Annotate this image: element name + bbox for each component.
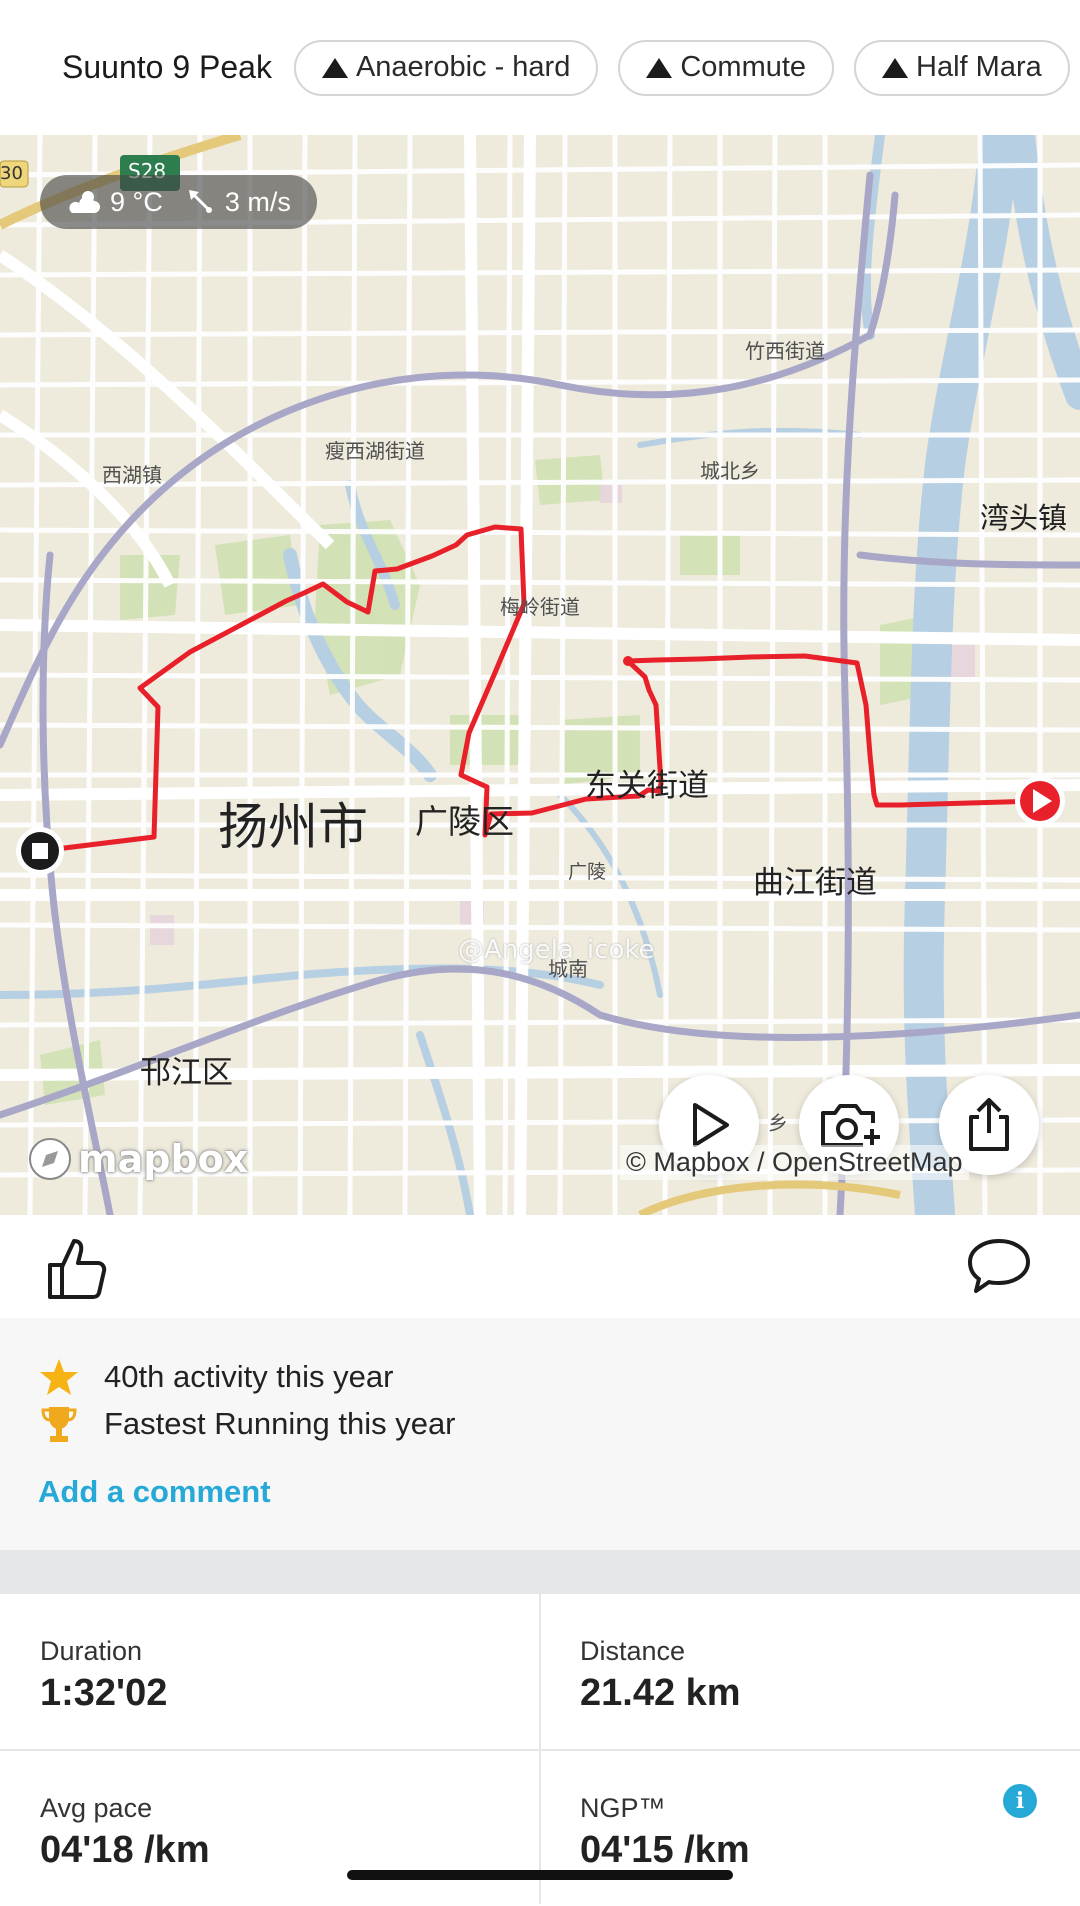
share-icon [969,1098,1009,1151]
tag-label: Anaerobic - hard [355,51,571,83]
achievements-section: 40th activity this year Fastest Running … [0,1318,1080,1550]
map-label-guangling: 广陵 [568,861,607,883]
map-label-yangzhou: 扬州市 [218,798,368,856]
stat-label: Distance [580,1636,686,1666]
star-icon [36,1354,82,1400]
stat-value: 04'15 /km [580,1829,750,1871]
map-label-wantou: 湾头镇 [980,501,1068,535]
map-label-shouxihu: 瘦西湖街道 [325,439,425,463]
stats-grid: Duration 1:32'02 Distance 21.42 km Avg p… [0,1594,1080,1904]
weather-chip: 9 °C 3 m/s [40,175,317,229]
tag-commute[interactable]: Commute [618,39,835,96]
achievement-text: Fastest Running this year [104,1406,456,1441]
wind-speed-value: 3 m/s [224,186,291,217]
achievement-text: 40th activity this year [104,1359,394,1394]
mapbox-logo[interactable]: mapbox [26,1135,248,1183]
triangle-icon [646,57,673,78]
tag-list: Anaerobic - hard Commute Half Mara [293,39,1080,96]
temperature-value: 9 °C [110,186,163,217]
road-shield-edge: 30 [0,163,23,184]
stat-label: Avg pace [40,1793,153,1823]
map-label-xiang: 乡 [768,1111,788,1135]
stat-value: 21.42 km [580,1672,741,1714]
social-actions [0,1215,1080,1318]
device-name[interactable]: Suunto 9 Peak [62,49,272,86]
stat-value: 04'18 /km [40,1829,210,1871]
cloud-sun-icon [69,191,100,213]
route-start-marker [1015,776,1065,826]
trophy-icon [36,1401,82,1447]
map-label-xihu: 西湖镇 [102,463,162,487]
map-label-chengnan: 城南 [548,957,588,981]
wind-direction-icon [188,190,212,213]
map-label-guangling-district: 广陵区 [415,802,514,841]
triangle-icon [321,57,348,78]
tag-label: Commute [680,51,807,83]
map-label-zhuxi: 竹西街道 [745,339,825,363]
triangle-icon [882,57,909,78]
stat-duration: Duration 1:32'02 [0,1594,540,1749]
map-label-qujiang: 曲江街道 [753,865,877,901]
play-icon [693,1103,729,1147]
map-label-hanjiang: 邗江区 [140,1055,233,1091]
mapbox-icon [29,1138,71,1180]
thumbs-up-icon[interactable] [46,1235,108,1301]
activity-header: Suunto 9 Peak Anaerobic - hard Commute H… [0,0,1080,135]
info-icon[interactable]: i [1003,1784,1037,1818]
grid-divider-horizontal [0,1749,1080,1751]
map-label-meiling: 梅岭街道 [500,595,580,619]
achievement-fastest-running: Fastest Running this year [36,1401,456,1447]
map-attribution[interactable]: © Mapbox / OpenStreetMap [620,1145,969,1180]
stat-ngp: NGP™ 04'15 /km [540,1751,1080,1906]
achievement-activity-count: 40th activity this year [36,1354,393,1400]
tag-label: Half Mara [916,51,1042,83]
section-divider [0,1550,1080,1594]
home-indicator[interactable] [347,1870,733,1880]
camera-add-icon [821,1104,881,1149]
stat-value: 1:32'02 [40,1672,168,1714]
map-label-chengbei: 城北乡 [700,459,760,483]
stat-label: Duration [40,1636,143,1666]
add-comment-link[interactable]: Add a comment [38,1474,271,1510]
stat-avg-pace: Avg pace 04'18 /km [0,1751,540,1906]
tag-half-marathon[interactable]: Half Mara [854,39,1070,96]
tag-anaerobic-hard[interactable]: Anaerobic - hard [293,39,599,96]
stat-label: NGP™ [580,1793,666,1823]
map-label-dongguan: 东关街道 [585,768,709,804]
comment-icon[interactable] [966,1237,1032,1295]
route-end-marker [16,827,64,875]
route-map[interactable]: S28 30 竹西街道 瘦西湖街道 西湖镇 城北乡 湾头镇 梅岭街道 东关街道 … [0,135,1080,1215]
stat-distance: Distance 21.42 km [540,1594,1080,1749]
